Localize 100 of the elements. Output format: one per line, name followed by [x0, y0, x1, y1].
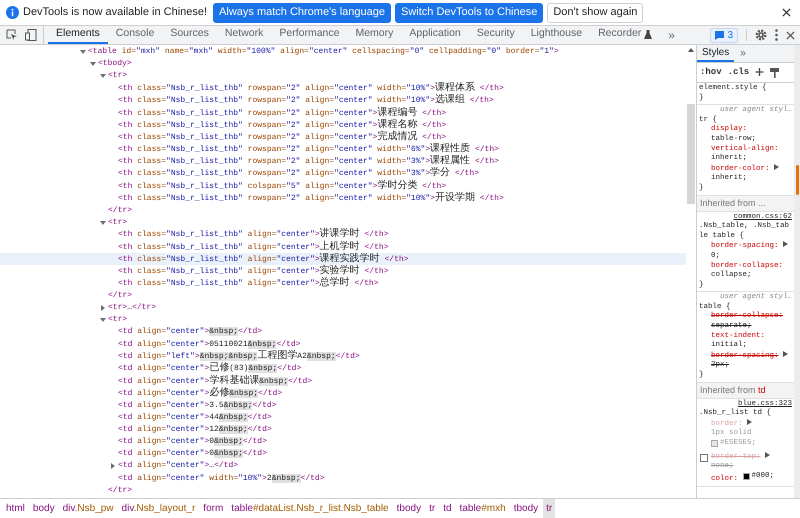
filter-button[interactable]: .cls: [728, 66, 750, 80]
dom-node-text[interactable]: <th class="Nsb_r_list_thb" align="center">上机学时 </th>: [118, 240, 389, 254]
dom-node-text[interactable]: <th class="Nsb_r_list_thb" rowspan="2" align="center" width="10%">开设学期 </th>: [118, 192, 504, 205]
dom-node-text[interactable]: <tr>: [108, 70, 128, 82]
triangle-right-icon[interactable]: [747, 418, 752, 425]
paint-roller-icon[interactable]: [770, 68, 780, 78]
dom-node-text[interactable]: <th class="Nsb_r_list_thb" rowspan="2" align="center" width="3%">课程属性 </th>: [118, 155, 499, 168]
settings-icon[interactable]: [755, 29, 767, 41]
breadcrumb-link[interactable]: table#dataList.Nsb_r_list.Nsb_table: [228, 499, 392, 518]
scrollbar-thumb[interactable]: [796, 165, 799, 195]
more-options-icon[interactable]: [775, 29, 778, 41]
inherited-label: Inherited from ...: [700, 198, 766, 208]
dom-node-text[interactable]: <tr>…</tr>: [108, 302, 156, 314]
breadcrumb-link[interactable]: tr: [543, 499, 556, 518]
scrollbar[interactable]: [794, 45, 800, 498]
triangle-down-icon[interactable]: [100, 220, 106, 226]
inspect-icon[interactable]: [6, 29, 18, 41]
triangle-down-icon[interactable]: [80, 49, 86, 56]
dom-node-text[interactable]: <td align="left">&nbsp;&nbsp;工程图学A2&nbsp;</td>: [118, 350, 360, 364]
panel-tab[interactable]: Memory: [347, 26, 402, 44]
dom-node-text[interactable]: <td align="center">05110021&nbsp;</td>: [118, 338, 300, 351]
more-tabs-button[interactable]: »: [734, 45, 752, 62]
property-checkbox[interactable]: [700, 454, 708, 462]
inherited-label: Inherited from: [700, 384, 756, 395]
dom-node-text[interactable]: <tr>: [108, 216, 128, 229]
dom-node-text[interactable]: </tr>: [108, 484, 132, 497]
dom-node-text[interactable]: <td align="center">学科基础课&nbsp;</td>: [118, 374, 312, 388]
breadcrumb-link[interactable]: body: [30, 499, 58, 518]
plus-icon[interactable]: [755, 68, 764, 77]
triangle-right-icon[interactable]: [774, 164, 780, 170]
dom-node-text[interactable]: <table id="mxh" name="mxh" width="100%" align="center" cellspacing="0" cellpadding="0" border="1">: [88, 46, 559, 58]
panel-tab[interactable]: Security: [468, 26, 523, 44]
dom-node-text[interactable]: <th class="Nsb_r_list_thb" rowspan="2" align="center" width="3%">学分 </th>: [118, 167, 479, 180]
dom-node-text[interactable]: <th class="Nsb_r_list_thb" rowspan="2" align="center">完成情况 </th>: [118, 130, 446, 144]
triangle-down-icon[interactable]: [90, 61, 96, 68]
breadcrumb-link[interactable]: div.Nsb_layout_r: [118, 499, 198, 518]
message-icon: [715, 30, 724, 40]
close-icon[interactable]: [786, 30, 795, 40]
dom-node-text[interactable]: <th class="Nsb_r_list_thb" rowspan="2" align="center" width="10%">选课组 </th>: [118, 94, 494, 108]
panel-tab[interactable]: Elements: [48, 26, 108, 44]
breadcrumb-link[interactable]: form: [200, 499, 226, 518]
scrollbar-thumb[interactable]: [687, 104, 695, 204]
triangle-right-icon[interactable]: [100, 305, 106, 312]
panel-tab[interactable]: Network: [216, 26, 272, 44]
dom-node-text[interactable]: <td align="center">0&nbsp;</td>: [118, 436, 267, 448]
issues-badge[interactable]: 3: [710, 28, 738, 42]
dom-node-text[interactable]: <td align="center">已修(83)&nbsp;</td>: [118, 362, 302, 376]
dom-node-text[interactable]: <th class="Nsb_r_list_thb" align="center">讲课学时 </th>: [118, 228, 389, 242]
triangle-right-icon[interactable]: [783, 350, 788, 357]
dom-node-text[interactable]: </tr>: [108, 290, 132, 302]
selected-row[interactable]: <th class="Nsb_r_list_thb" align="center">课程实践学时 </th>: [0, 253, 686, 266]
panel-tab[interactable]: Application: [401, 26, 469, 44]
triangle-down-icon[interactable]: [100, 73, 106, 80]
dom-node-text[interactable]: <td align="center">…</td>: [118, 460, 238, 472]
infobar-message: DevTools is now available in Chinese!: [23, 5, 208, 20]
dom-node-text[interactable]: <td align="center">&nbsp;</td>: [118, 326, 262, 338]
info-icon: [6, 6, 19, 19]
dom-node-text[interactable]: <th class="Nsb_r_list_thb" align="center">实验学时 </th>: [118, 264, 389, 278]
dom-node-text[interactable]: <td align="center">3.5&nbsp;</td>: [118, 400, 276, 412]
close-icon[interactable]: [782, 8, 791, 17]
dom-node-text[interactable]: </tr>: [108, 204, 132, 217]
dom-node-text[interactable]: <td align="center">0&nbsp;</td>: [118, 448, 267, 460]
breadcrumb-link[interactable]: tbody: [394, 499, 424, 518]
scroll-up-icon[interactable]: [688, 48, 694, 52]
triangle-right-icon[interactable]: [765, 452, 770, 458]
triangle-down-icon[interactable]: [100, 317, 106, 324]
infobar-button[interactable]: Switch DevTools to Chinese: [395, 2, 544, 22]
panel-tab[interactable]: Performance: [271, 26, 348, 44]
breadcrumb-link[interactable]: td: [440, 499, 455, 518]
panel-tab[interactable]: Recorder: [590, 26, 660, 44]
color-swatch[interactable]: [742, 473, 750, 480]
filter-button[interactable]: :hov: [700, 66, 722, 80]
dom-node-text[interactable]: <td align="center">必修&nbsp;</td>: [118, 386, 282, 400]
triangle-right-icon[interactable]: [783, 241, 788, 248]
device-toolbar-icon[interactable]: [25, 29, 37, 41]
dom-node-text[interactable]: <th class="Nsb_r_list_thb" align="center">课程实践学时 </th>: [118, 252, 409, 266]
dom-node-text[interactable]: <td align="center">12&nbsp;</td>: [118, 424, 272, 436]
dom-node-text[interactable]: <tr>: [108, 314, 128, 326]
more-tabs-button[interactable]: »: [660, 26, 683, 44]
breadcrumb-link[interactable]: tbody: [510, 499, 542, 518]
dom-node-text[interactable]: <th class="Nsb_r_list_thb" rowspan="2" align="center">课程名称 </th>: [118, 118, 446, 132]
styles-tab[interactable]: Styles: [697, 45, 734, 62]
dom-node-text[interactable]: <th class="Nsb_r_list_thb" colspan="5" align="center">学时分类 </th>: [118, 180, 446, 193]
dom-node-text[interactable]: <th class="Nsb_r_list_thb" align="center">总学时 </th>: [118, 277, 379, 290]
panel-tab[interactable]: Console: [108, 26, 162, 44]
panel-tab[interactable]: Sources: [162, 26, 217, 44]
breadcrumb-link[interactable]: html: [3, 499, 28, 518]
dom-node-text[interactable]: <td align="center">44&nbsp;</td>: [118, 412, 272, 424]
inherited-element[interactable]: td: [758, 384, 766, 395]
breadcrumb-link[interactable]: div.Nsb_pw: [60, 499, 117, 518]
dom-node-text[interactable]: <tbody>: [98, 58, 132, 70]
infobar-button[interactable]: Don't show again: [547, 2, 644, 22]
triangle-right-icon[interactable]: [110, 463, 116, 470]
dom-node-text[interactable]: <td align="center" width="10%">2&nbsp;</td>: [118, 472, 325, 485]
infobar-button[interactable]: Always match Chrome's language: [213, 2, 392, 22]
breadcrumb-link[interactable]: tr: [426, 499, 438, 518]
breadcrumb-link[interactable]: table#mxh: [456, 499, 509, 518]
dom-node-text[interactable]: <th class="Nsb_r_list_thb" rowspan="2" align="center">课程编号 </th>: [118, 106, 446, 120]
panel-tab[interactable]: Lighthouse: [522, 26, 590, 44]
color-swatch[interactable]: [711, 440, 718, 448]
